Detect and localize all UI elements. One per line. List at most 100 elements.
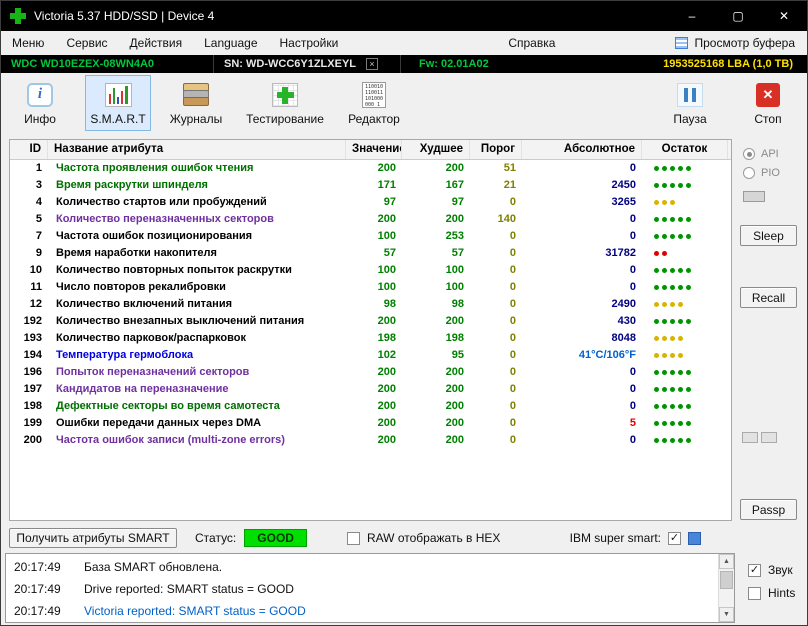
serial-close-icon[interactable]: × xyxy=(366,58,378,70)
cell-threshold: 0 xyxy=(509,366,516,378)
cell-worst: 200 xyxy=(445,315,464,327)
smart-button[interactable]: S.M.A.R.T xyxy=(85,75,151,131)
cell-attribute-name: Количество включений питания xyxy=(56,298,232,310)
log-box: 20:17:49 База SMART обновлена. 20:17:49 Dri… xyxy=(5,553,735,623)
tiny-button-left[interactable] xyxy=(742,432,758,443)
raw-hex-checkbox[interactable] xyxy=(346,531,360,545)
cell-absolute: 2490 xyxy=(611,298,636,310)
tiny-button-group xyxy=(742,432,777,443)
table-row[interactable]: 5 Количество переназначенных секторов 200 2… xyxy=(10,211,731,228)
cell-value: 198 xyxy=(377,332,396,344)
cell-attribute-name: Частота проявления ошибок чтения xyxy=(56,162,254,174)
get-smart-attributes-button[interactable]: Получить атрибуты SMART xyxy=(9,528,177,548)
cell-worst: 200 xyxy=(445,213,464,225)
menu-item-settings[interactable]: Настройки xyxy=(269,36,350,50)
pause-label: Пауза xyxy=(673,111,707,126)
cell-worst: 100 xyxy=(445,281,464,293)
log-line: 20:17:49 Victoria reported: SMART status … xyxy=(14,600,710,622)
cell-attribute-name: Количество переназначенных секторов xyxy=(56,213,274,225)
log-side-panel: ✓ Звук Hints xyxy=(739,553,807,623)
menu-item-menu[interactable]: Меню xyxy=(1,36,55,50)
sleep-button[interactable]: Sleep xyxy=(740,225,797,246)
table-row[interactable]: 4 Количество стартов или пробуждений 97 97 0… xyxy=(10,194,731,211)
menu-item-actions[interactable]: Действия xyxy=(119,36,194,50)
log-scrollbar[interactable]: ▲ ▼ xyxy=(718,554,734,622)
api-radio-row[interactable]: API xyxy=(743,148,779,160)
close-button[interactable]: ✕ xyxy=(761,1,807,31)
cell-absolute: 0 xyxy=(629,162,636,174)
main-area: ID Название атрибута Значение Худшее Пор… xyxy=(1,133,807,525)
table-row[interactable]: 198 Дефектные секторы во время самотеста 2… xyxy=(10,398,731,415)
maximize-button[interactable]: ▢ xyxy=(715,1,761,31)
passport-button[interactable]: Passp xyxy=(740,499,797,520)
table-row[interactable]: 193 Количество парковок/распарковок 198 198… xyxy=(10,330,731,347)
table-row[interactable]: 192 Количество внезапных выключений питан… xyxy=(10,313,731,330)
table-row[interactable]: 7 Частота ошибок позиционирования 100 253 0 0 xyxy=(10,228,731,245)
log-line: 20:17:49 База SMART обновлена. xyxy=(14,556,710,578)
victoria-window: Victoria 5.37 HDD/SSD | Device 4 – ▢ ✕ М… xyxy=(0,0,808,626)
scroll-up-icon[interactable]: ▲ xyxy=(719,554,734,569)
editor-label: Редактор xyxy=(348,111,400,126)
table-row[interactable]: 10 Количество повторных попыток раскрутки… xyxy=(10,262,731,279)
cell-worst: 200 xyxy=(445,434,464,446)
testing-button[interactable]: Тестирование xyxy=(241,75,329,131)
pio-radio[interactable] xyxy=(743,167,755,179)
sound-checkbox-row[interactable]: ✓ Звук xyxy=(748,563,793,577)
cell-id: 197 xyxy=(23,383,42,395)
cell-id: 196 xyxy=(23,366,42,378)
stop-button[interactable]: ✕ Стоп xyxy=(735,75,801,131)
cell-absolute: 0 xyxy=(629,264,636,276)
cell-worst: 200 xyxy=(445,383,464,395)
cell-threshold: 140 xyxy=(497,213,516,225)
cell-worst: 95 xyxy=(451,349,464,361)
window-controls: – ▢ ✕ xyxy=(669,1,807,31)
cell-absolute: 41°C/106°F xyxy=(578,349,636,361)
table-row[interactable]: 11 Число повторов рекалибровки 100 100 0 0 xyxy=(10,279,731,296)
buffer-view-button[interactable]: Просмотр буфера xyxy=(675,36,807,50)
info-button[interactable]: i Инфо xyxy=(7,75,73,131)
cell-threshold: 0 xyxy=(509,247,516,259)
cell-value: 102 xyxy=(377,349,396,361)
testing-label: Тестирование xyxy=(246,111,324,126)
cell-threshold: 0 xyxy=(509,298,516,310)
ibm-smart-indicator[interactable] xyxy=(688,531,701,545)
tiny-button-right[interactable] xyxy=(761,432,777,443)
cell-health-dots xyxy=(642,415,728,432)
scroll-down-icon[interactable]: ▼ xyxy=(719,607,734,622)
api-radio[interactable] xyxy=(743,148,755,160)
menu-item-help[interactable]: Справка xyxy=(497,36,566,50)
hints-checkbox-row[interactable]: Hints xyxy=(748,586,795,600)
table-row[interactable]: 197 Кандидатов на переназначение 200 200 0 0 xyxy=(10,381,731,398)
table-row[interactable]: 12 Количество включений питания 98 98 0 2490 xyxy=(10,296,731,313)
cell-id: 7 xyxy=(35,230,42,242)
pio-radio-row[interactable]: PIO xyxy=(743,167,780,179)
table-row[interactable]: 196 Попыток переназначений секторов 200 200… xyxy=(10,364,731,381)
table-row[interactable]: 9 Время наработки накопителя 57 57 0 31782 xyxy=(10,245,731,262)
editor-binary-icon: 110010 110011 101000 000 1 xyxy=(362,81,386,108)
cell-health-dots xyxy=(642,228,728,245)
scroll-thumb[interactable] xyxy=(720,571,733,589)
pause-button[interactable]: Пауза xyxy=(657,75,723,131)
status-badge: GOOD xyxy=(244,529,307,547)
table-row[interactable]: 1 Частота проявления ошибок чтения 200 200 5… xyxy=(10,160,731,177)
smart-chart-icon xyxy=(104,82,132,107)
menu-item-service[interactable]: Сервис xyxy=(55,36,118,50)
recall-button[interactable]: Recall xyxy=(740,287,797,308)
hints-checkbox[interactable] xyxy=(748,586,761,600)
cell-worst: 200 xyxy=(445,417,464,429)
menu-item-language[interactable]: Language xyxy=(193,36,268,50)
cell-id: 3 xyxy=(35,179,42,191)
journals-button[interactable]: Журналы xyxy=(163,75,229,131)
title-bar[interactable]: Victoria 5.37 HDD/SSD | Device 4 – ▢ ✕ xyxy=(1,1,807,31)
table-row[interactable]: 194 Температура гермоблока 102 95 0 41°C/106°… xyxy=(10,347,731,364)
minimize-button[interactable]: – xyxy=(669,1,715,31)
table-row[interactable]: 199 Ошибки передачи данных через DMA 200 20… xyxy=(10,415,731,432)
cell-worst: 200 xyxy=(445,400,464,412)
smart-table-body: 1 Частота проявления ошибок чтения 200 200 5… xyxy=(10,160,731,520)
table-row[interactable]: 3 Время раскрутки шпинделя 171 167 21 2450 xyxy=(10,177,731,194)
ibm-smart-checkbox[interactable]: ✓ xyxy=(668,531,681,545)
editor-button[interactable]: 110010 110011 101000 000 1 Редактор xyxy=(341,75,407,131)
table-row[interactable]: 200 Частота ошибок записи (multi-zone err… xyxy=(10,432,731,449)
cell-threshold: 0 xyxy=(509,434,516,446)
sound-checkbox[interactable]: ✓ xyxy=(748,563,761,577)
